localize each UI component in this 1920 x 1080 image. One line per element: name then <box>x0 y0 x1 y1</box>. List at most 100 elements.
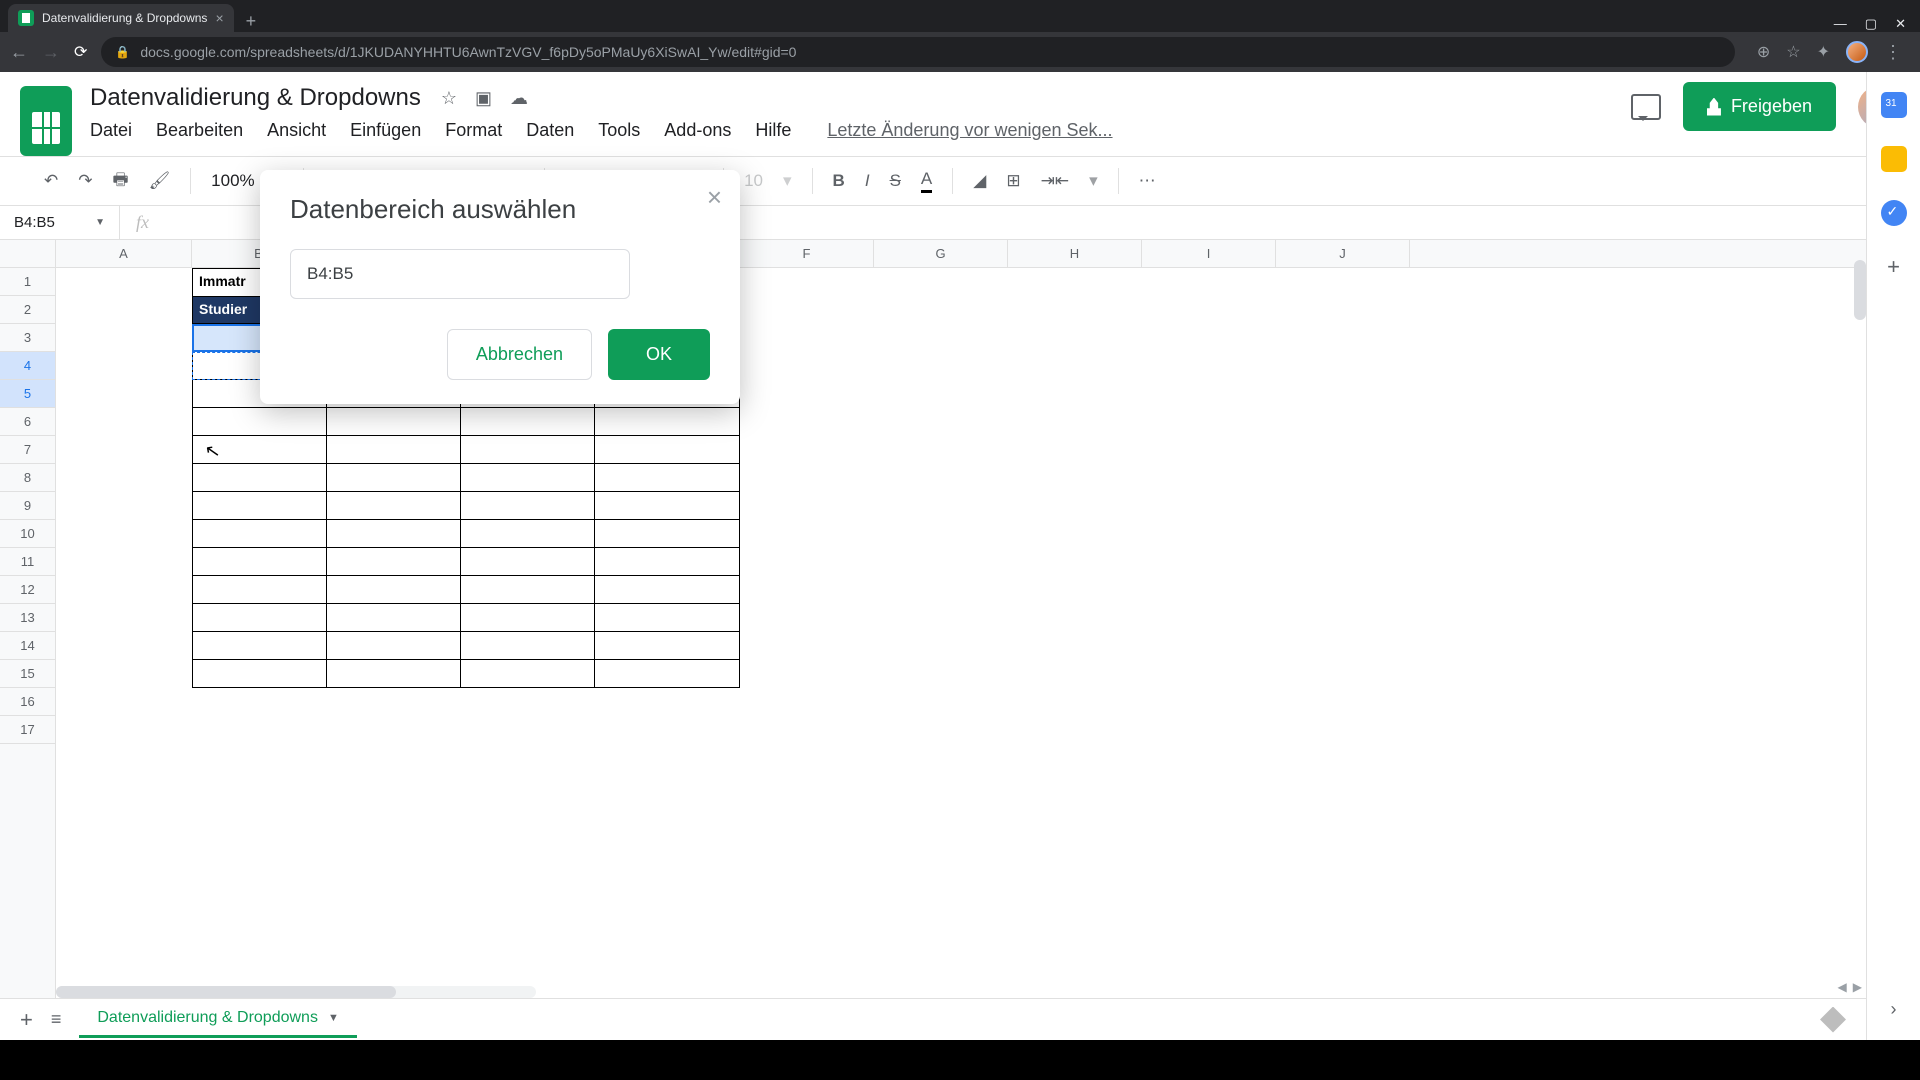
browser-tab[interactable]: Datenvalidierung & Dropdowns × <box>8 4 234 32</box>
cancel-button[interactable]: Abbrechen <box>447 329 592 380</box>
row-header-13[interactable]: 13 <box>0 604 55 632</box>
dialog-title: Datenbereich auswählen <box>290 194 710 225</box>
url-text: docs.google.com/spreadsheets/d/1JKUDANYH… <box>140 44 796 60</box>
row-header-12[interactable]: 12 <box>0 576 55 604</box>
font-size-select[interactable]: 10 <box>744 171 763 191</box>
close-tab-icon[interactable]: × <box>215 10 223 26</box>
namebox-dropdown-icon[interactable]: ▼ <box>95 217 105 228</box>
col-header-g[interactable]: G <box>874 240 1008 267</box>
row-headers: 1 2 3 4 5 6 7 8 9 10 11 12 13 14 15 16 1… <box>0 240 56 1040</box>
strikethrough-icon[interactable]: S <box>890 171 901 191</box>
add-sheet-button[interactable]: + <box>20 1007 33 1033</box>
col-header-f[interactable]: F <box>740 240 874 267</box>
sheets-logo-icon[interactable] <box>20 86 72 156</box>
side-panel: + › <box>1866 72 1920 1040</box>
menu-addons[interactable]: Add-ons <box>664 120 731 141</box>
tasks-icon[interactable] <box>1881 200 1907 226</box>
name-box[interactable]: B4:B5 ▼ <box>0 206 120 239</box>
menu-tools[interactable]: Tools <box>598 120 640 141</box>
comments-icon[interactable] <box>1631 94 1661 120</box>
redo-icon[interactable]: ↷ <box>78 171 92 191</box>
more-toolbar-icon[interactable]: ⋯ <box>1139 171 1156 191</box>
row-header-6[interactable]: 6 <box>0 408 55 436</box>
close-window-icon[interactable]: ✕ <box>1895 16 1906 32</box>
row-header-10[interactable]: 10 <box>0 520 55 548</box>
menu-bar: Datei Bearbeiten Ansicht Einfügen Format… <box>86 120 1617 141</box>
menu-insert[interactable]: Einfügen <box>350 120 421 141</box>
bold-icon[interactable]: B <box>833 171 845 191</box>
browser-menu-icon[interactable]: ⋮ <box>1884 42 1902 63</box>
sheet-nav-arrows[interactable]: ◀▶ <box>1838 980 1862 994</box>
reload-icon[interactable]: ⟳ <box>74 42 87 62</box>
menu-edit[interactable]: Bearbeiten <box>156 120 243 141</box>
row-header-7[interactable]: 7 <box>0 436 55 464</box>
horizontal-scrollbar[interactable] <box>56 986 536 998</box>
minimize-icon[interactable]: — <box>1834 16 1847 32</box>
merge-cells-icon[interactable]: ⇥⇤ <box>1041 171 1070 191</box>
menu-view[interactable]: Ansicht <box>267 120 326 141</box>
row-header-16[interactable]: 16 <box>0 688 55 716</box>
vertical-scrollbar[interactable] <box>1854 260 1866 320</box>
keep-icon[interactable] <box>1881 146 1907 172</box>
col-header-i[interactable]: I <box>1142 240 1276 267</box>
col-header-a[interactable]: A <box>56 240 192 267</box>
add-addon-icon[interactable]: + <box>1887 254 1900 280</box>
borders-icon[interactable]: ⊞ <box>1006 171 1020 191</box>
hide-sidepanel-icon[interactable]: › <box>1891 999 1897 1020</box>
ok-button[interactable]: OK <box>608 329 710 380</box>
row-header-3[interactable]: 3 <box>0 324 55 352</box>
row-header-5[interactable]: 5 <box>0 380 55 408</box>
explore-icon[interactable] <box>1820 1007 1846 1033</box>
star-icon[interactable]: ☆ <box>1786 42 1800 62</box>
sheets-favicon <box>18 10 34 26</box>
menu-help[interactable]: Hilfe <box>755 120 791 141</box>
all-sheets-button[interactable]: ≡ <box>51 1009 62 1030</box>
calendar-icon[interactable] <box>1881 92 1907 118</box>
cloud-status-icon[interactable]: ☁ <box>510 88 528 109</box>
row-header-17[interactable]: 17 <box>0 716 55 744</box>
col-header-h[interactable]: H <box>1008 240 1142 267</box>
extensions-icon[interactable]: ✦ <box>1817 42 1830 62</box>
row-header-1[interactable]: 1 <box>0 268 55 296</box>
row-header-4[interactable]: 4 <box>0 352 55 380</box>
back-icon[interactable]: ← <box>10 42 28 63</box>
text-color-icon[interactable]: A <box>921 169 932 193</box>
menu-file[interactable]: Datei <box>90 120 132 141</box>
document-title[interactable]: Datenvalidierung & Dropdowns <box>86 82 425 114</box>
fill-color-icon[interactable]: ◢ <box>973 171 986 191</box>
sheet-tab-active[interactable]: Datenvalidierung & Dropdowns ▼ <box>79 1001 356 1038</box>
url-input[interactable]: 🔒 docs.google.com/spreadsheets/d/1JKUDAN… <box>101 37 1734 67</box>
menu-format[interactable]: Format <box>445 120 502 141</box>
row-header-14[interactable]: 14 <box>0 632 55 660</box>
row-header-2[interactable]: 2 <box>0 296 55 324</box>
new-tab-button[interactable]: + <box>234 11 269 32</box>
sheet-tab-menu-icon[interactable]: ▼ <box>328 1012 339 1024</box>
maximize-icon[interactable]: ▢ <box>1865 16 1877 32</box>
row-header-9[interactable]: 9 <box>0 492 55 520</box>
col-header-j[interactable]: J <box>1276 240 1410 267</box>
dialog-close-icon[interactable]: × <box>707 182 722 213</box>
range-input[interactable] <box>290 249 630 299</box>
profile-avatar-icon[interactable] <box>1846 41 1868 63</box>
sheet-tab-label: Datenvalidierung & Dropdowns <box>97 1009 318 1027</box>
star-doc-icon[interactable]: ☆ <box>441 88 457 109</box>
lock-icon: 🔒 <box>115 45 130 59</box>
forward-icon[interactable]: → <box>42 42 60 63</box>
name-box-value: B4:B5 <box>14 214 55 231</box>
italic-icon[interactable]: I <box>865 171 870 191</box>
zoom-icon[interactable]: ⊕ <box>1757 42 1770 62</box>
row-header-15[interactable]: 15 <box>0 660 55 688</box>
share-button[interactable]: Freigeben <box>1683 82 1836 131</box>
browser-tab-strip: Datenvalidierung & Dropdowns × + — ▢ ✕ <box>0 0 1920 32</box>
zoom-select[interactable]: 100% <box>211 171 254 191</box>
fx-icon: fx <box>120 212 165 233</box>
sheet-tab-bar: + ≡ Datenvalidierung & Dropdowns ▼ <box>0 998 1866 1040</box>
paint-format-icon[interactable]: 🖌 <box>149 171 171 191</box>
undo-icon[interactable]: ↶ <box>44 171 58 191</box>
last-edit-link[interactable]: Letzte Änderung vor wenigen Sek... <box>827 120 1112 141</box>
menu-data[interactable]: Daten <box>526 120 574 141</box>
move-doc-icon[interactable]: ▣ <box>475 88 492 109</box>
print-icon[interactable]: 🖶 <box>113 167 129 196</box>
row-header-11[interactable]: 11 <box>0 548 55 576</box>
row-header-8[interactable]: 8 <box>0 464 55 492</box>
